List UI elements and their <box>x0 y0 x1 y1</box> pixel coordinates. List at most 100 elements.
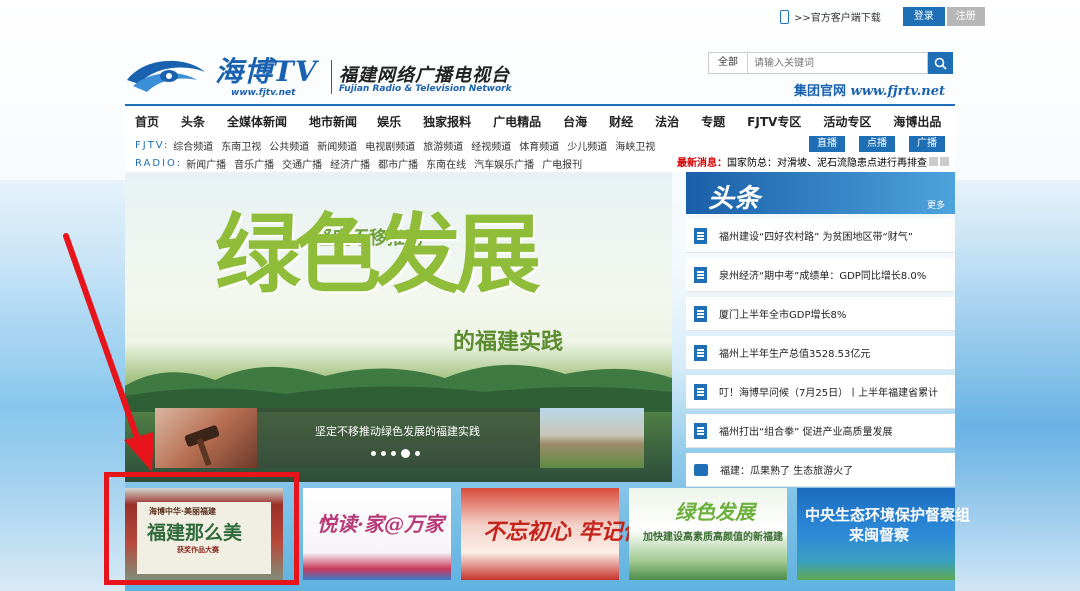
fjtv-channel-link[interactable]: 东南卫视 <box>221 138 261 153</box>
promo-tile-main-text: 福建那么美 <box>147 522 243 544</box>
headline-text[interactable]: 叮！海博早问候（7月25日）丨上半年福建省累计 <box>719 384 938 399</box>
eye-wave-logo-icon <box>127 60 205 92</box>
client-download-link[interactable]: >>官方客户端下载 <box>794 9 881 24</box>
document-icon <box>694 422 707 439</box>
menu-item-headlines[interactable]: 头条 <box>181 113 205 130</box>
document-icon <box>694 227 707 244</box>
gavel-icon <box>184 425 220 467</box>
ticker-prev-icon[interactable] <box>929 157 938 166</box>
headline-item[interactable]: 泉州经济“期中考”成绩单：GDP同比增长8.0% <box>686 258 955 292</box>
promo-tile-sub-text: 加快建设高素质高颜值的新福建 <box>643 532 783 543</box>
live-button[interactable]: 直播 <box>809 136 845 152</box>
menu-item-broadcast-boutique[interactable]: 广电精品 <box>493 113 541 130</box>
slide-dot-active[interactable] <box>401 449 410 458</box>
slide-dot[interactable] <box>391 451 396 456</box>
ticker-next-icon[interactable] <box>940 157 949 166</box>
headlines-more-link[interactable]: 更多 <box>927 198 945 211</box>
slide-dot[interactable] <box>371 451 376 456</box>
on-demand-button[interactable]: 点播 <box>859 136 895 152</box>
fjtv-channel-link[interactable]: 海峡卫视 <box>615 138 655 153</box>
fjtv-channel-link[interactable]: 旅游频道 <box>423 138 463 153</box>
document-icon <box>694 344 707 361</box>
fjtv-channel-link[interactable]: 电视剧频道 <box>365 138 415 153</box>
headlines-panel: 头条 更多 福州建设“四好农村路” 为贫困地区带“财气” 泉州经济“期中考”成绩… <box>686 172 955 487</box>
menu-item-topics[interactable]: 专题 <box>701 113 725 130</box>
logo-separator <box>331 60 332 94</box>
fjtv-channel-link[interactable]: 公共频道 <box>269 138 309 153</box>
breaking-news-label: 最新消息： <box>677 158 727 169</box>
promo-tile-green-development[interactable]: 绿色发展 加快建设高素质高颜值的新福建 <box>629 488 787 580</box>
headline-text[interactable]: 厦门上半年全市GDP增长8% <box>719 306 846 321</box>
search-button[interactable] <box>928 52 953 74</box>
menu-item-taiwan-straits[interactable]: 台海 <box>563 113 587 130</box>
promo-tile-eco-inspection[interactable]: 中央生态环境保护督察组 来闽督察 <box>797 488 970 580</box>
radio-channel-link[interactable]: 交通广播 <box>282 156 322 171</box>
promo-tile-fujian-beautiful[interactable]: 海博中华·美丽福建 福建那么美 获奖作品大赛 <box>125 488 283 580</box>
search-scope-select[interactable]: 全部 <box>708 52 748 74</box>
headline-item[interactable]: 福州上半年生产总值3528.53亿元 <box>686 336 955 370</box>
fjtv-label: FJTV: <box>135 139 170 151</box>
headline-item[interactable]: 叮！海博早问候（7月25日）丨上半年福建省累计 <box>686 375 955 409</box>
radio-channel-link[interactable]: 经济广播 <box>330 156 370 171</box>
breaking-news-text[interactable]: 国家防总：对滑坡、泥石流隐患点进行再排查 <box>727 154 927 169</box>
menu-item-home[interactable]: 首页 <box>135 113 159 130</box>
promo-tile-original-mission[interactable]: 不忘初心 牢记使命 <box>461 488 667 580</box>
radio-channel-link[interactable]: 东南在线 <box>426 156 466 171</box>
headline-text[interactable]: 福建：瓜果熟了 生态旅游火了 <box>720 462 853 477</box>
search-input[interactable] <box>748 52 928 74</box>
slide-indicator <box>371 449 420 458</box>
radio-channel-link[interactable]: 新闻广播 <box>186 156 226 171</box>
radio-channel-link[interactable]: 都市广播 <box>378 156 418 171</box>
fjtv-channel-link[interactable]: 经视频道 <box>471 138 511 153</box>
radio-channel-link[interactable]: 汽车娱乐广播 <box>474 156 534 171</box>
group-site-link[interactable]: 集团官网 www.fjrtv.net <box>794 80 945 99</box>
headline-text[interactable]: 福州建设“四好农村路” 为贫困地区带“财气” <box>719 228 913 243</box>
fjtv-channel-link[interactable]: 体育频道 <box>519 138 559 153</box>
site-logo[interactable]: 海博TV www.fjtv.net 福建网络广播电视台 Fujian Radio… <box>125 50 512 102</box>
promo-tile-main-text: 悦读·家@万家 <box>317 512 444 536</box>
radio-channel-link[interactable]: 广电报刊 <box>542 156 582 171</box>
promo-tile-reading[interactable]: 悦读·家@万家 <box>303 488 451 580</box>
search-icon <box>934 57 947 70</box>
headlines-title: 头条 <box>708 184 761 214</box>
radio-button[interactable]: 广播 <box>909 136 945 152</box>
login-button[interactable]: 登录 <box>902 7 945 26</box>
banner-hills-graphic <box>125 364 672 412</box>
navigation-panel: 首页 头条 全媒体新闻 地市新闻 娱乐 独家报料 广电精品 台海 财经 法治 专… <box>125 104 955 172</box>
menu-item-all-media-news[interactable]: 全媒体新闻 <box>227 113 287 130</box>
menu-item-events[interactable]: 活动专区 <box>823 113 871 130</box>
fjtv-channel-link[interactable]: 新闻频道 <box>317 138 357 153</box>
document-icon <box>694 266 707 283</box>
radio-channel-link[interactable]: 音乐广播 <box>234 156 274 171</box>
headline-text[interactable]: 福州打出“组合拳” 促进产业高质量发展 <box>719 423 893 438</box>
banner-caption[interactable]: 坚定不移推动绿色发展的福建实践 <box>315 423 480 439</box>
headline-text[interactable]: 福州上半年生产总值3528.53亿元 <box>719 345 870 360</box>
headline-item[interactable]: 厦门上半年全市GDP增长8% <box>686 297 955 331</box>
slide-dot[interactable] <box>415 451 420 456</box>
headline-item[interactable]: 福州打出“组合拳” 促进产业高质量发展 <box>686 414 955 448</box>
menu-item-fjtv-zone[interactable]: FJTV专区 <box>747 113 801 130</box>
menu-item-law[interactable]: 法治 <box>655 113 679 130</box>
menu-item-finance[interactable]: 财经 <box>609 113 633 130</box>
banner-next-thumbnail[interactable] <box>540 408 644 468</box>
fjtv-channel-link[interactable]: 少儿频道 <box>567 138 607 153</box>
decorative-sea-left <box>0 180 125 591</box>
fjtv-channel-link[interactable]: 综合频道 <box>173 138 213 153</box>
headline-item[interactable]: 福州建设“四好农村路” 为贫困地区带“财气” <box>686 219 955 253</box>
banner-prev-thumbnail[interactable] <box>155 408 257 468</box>
radio-label: RADIO: <box>135 157 183 169</box>
register-button[interactable]: 注册 <box>946 7 985 26</box>
menu-item-haibo-productions[interactable]: 海博出品 <box>893 113 941 130</box>
menu-item-city-news[interactable]: 地市新闻 <box>309 113 357 130</box>
slide-dot[interactable] <box>381 451 386 456</box>
headline-text[interactable]: 泉州经济“期中考”成绩单：GDP同比增长8.0% <box>719 267 926 282</box>
search-box: 全部 <box>708 52 953 74</box>
headline-item[interactable]: 福建：瓜果熟了 生态旅游火了 <box>686 453 955 487</box>
main-menu: 首页 头条 全媒体新闻 地市新闻 娱乐 独家报料 广电精品 台海 财经 法治 专… <box>125 106 955 136</box>
menu-item-exclusive-tips[interactable]: 独家报料 <box>423 113 471 130</box>
logo-brand-text: 海博TV <box>215 55 318 88</box>
hero-banner[interactable]: 坚定不移推动 绿色发展 的福建实践 坚定不移推动绿色发展的福建实践 <box>125 172 672 482</box>
document-icon <box>694 305 707 322</box>
headlines-list: 福州建设“四好农村路” 为贫困地区带“财气” 泉州经济“期中考”成绩单：GDP同… <box>686 219 955 487</box>
menu-item-entertainment[interactable]: 娱乐 <box>377 113 401 130</box>
